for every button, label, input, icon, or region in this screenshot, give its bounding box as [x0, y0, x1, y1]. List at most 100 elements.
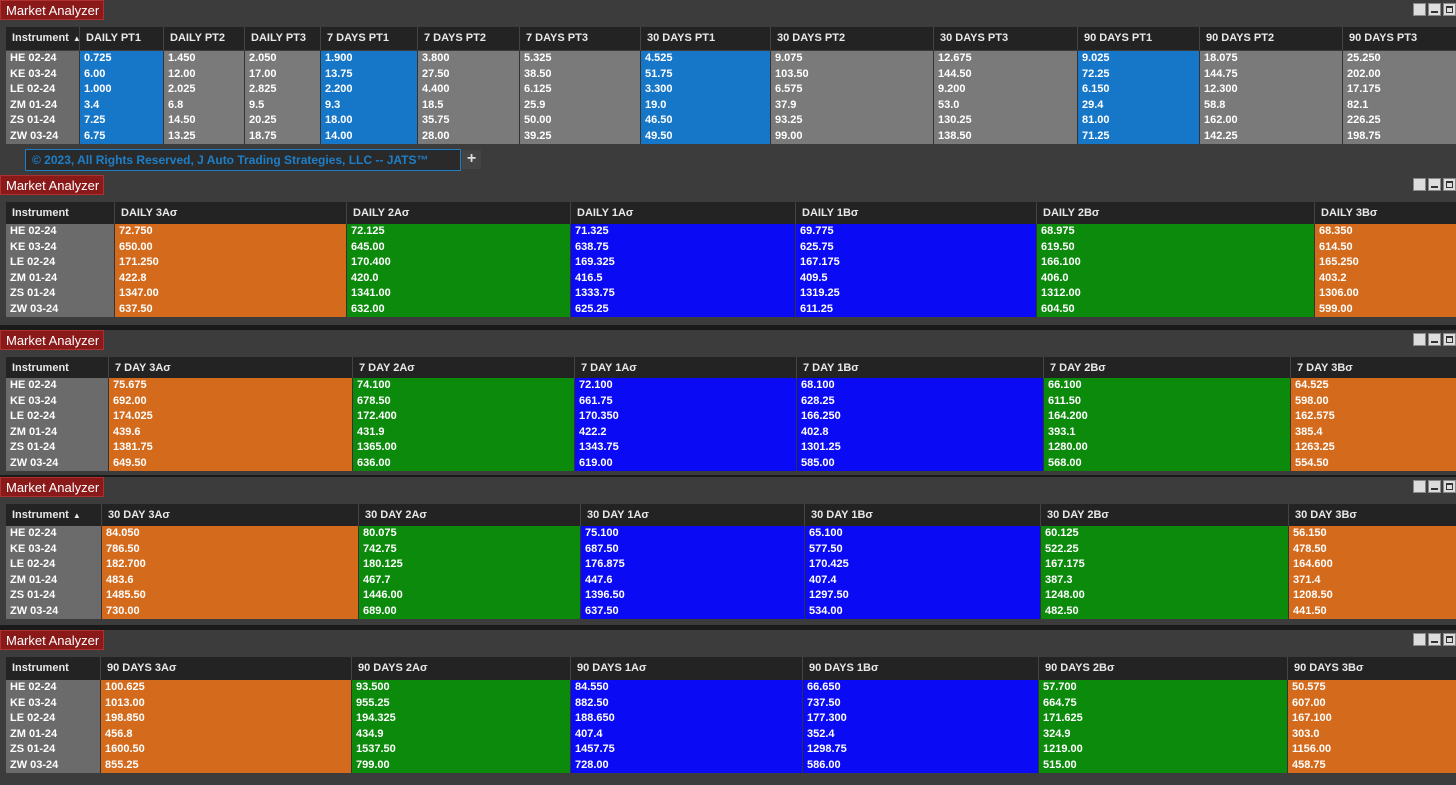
data-cell[interactable]: 737.50	[802, 695, 1038, 711]
column-header[interactable]: DAILY 2Bσ	[1036, 202, 1314, 225]
instrument-cell[interactable]: HE 02-24	[6, 378, 108, 394]
data-cell[interactable]: 1263.25	[1290, 440, 1456, 456]
instrument-cell[interactable]: LE 02-24	[6, 711, 100, 727]
data-cell[interactable]: 18.00	[320, 113, 417, 129]
data-cell[interactable]: 324.9	[1038, 726, 1287, 742]
instrument-cell[interactable]: ZW 03-24	[6, 603, 101, 619]
data-cell[interactable]: 638.75	[570, 239, 795, 255]
sort-ascending-icon[interactable]: ▲	[73, 511, 81, 520]
data-cell[interactable]: 172.400	[352, 409, 574, 425]
data-cell[interactable]: 625.25	[570, 301, 795, 317]
column-header[interactable]: DAILY 1Aσ	[570, 202, 795, 225]
data-cell[interactable]: 439.6	[108, 424, 352, 440]
data-cell[interactable]: 4.400	[417, 82, 519, 98]
data-cell[interactable]: 625.75	[795, 239, 1036, 255]
data-cell[interactable]: 2.200	[320, 82, 417, 98]
data-cell[interactable]: 25.9	[519, 97, 640, 113]
column-header[interactable]: 90 DAYS 2Aσ	[351, 657, 570, 680]
data-cell[interactable]: 18.075	[1199, 51, 1342, 67]
data-cell[interactable]: 9.075	[770, 51, 933, 67]
data-cell[interactable]: 1319.25	[795, 286, 1036, 302]
data-cell[interactable]: 198.75	[1342, 128, 1456, 144]
data-cell[interactable]: 13.25	[163, 128, 244, 144]
column-header[interactable]: 7 DAY 3Bσ	[1290, 357, 1456, 380]
data-cell[interactable]: 20.25	[244, 113, 320, 129]
column-header[interactable]: DAILY PT2	[163, 27, 244, 50]
data-cell[interactable]: 434.9	[351, 726, 570, 742]
data-cell[interactable]: 403.2	[1314, 270, 1456, 286]
data-cell[interactable]: 18.75	[244, 128, 320, 144]
data-cell[interactable]: 522.25	[1040, 541, 1288, 557]
data-cell[interactable]: 482.50	[1040, 603, 1288, 619]
data-cell[interactable]: 1457.75	[570, 742, 802, 758]
data-cell[interactable]: 393.1	[1043, 424, 1290, 440]
data-cell[interactable]: 637.50	[580, 603, 804, 619]
data-cell[interactable]: 9.025	[1077, 51, 1199, 67]
data-cell[interactable]: 447.6	[580, 572, 804, 588]
data-cell[interactable]: 64.525	[1290, 378, 1456, 394]
data-cell[interactable]: 28.00	[417, 128, 519, 144]
data-cell[interactable]: 1306.00	[1314, 286, 1456, 302]
data-cell[interactable]: 799.00	[351, 757, 570, 773]
column-header[interactable]: 30 DAY 2Bσ	[1040, 504, 1288, 527]
data-cell[interactable]: 586.00	[802, 757, 1038, 773]
column-header[interactable]: 30 DAY 1Bσ	[804, 504, 1040, 527]
data-cell[interactable]: 303.0	[1287, 726, 1456, 742]
data-cell[interactable]: 39.25	[519, 128, 640, 144]
data-cell[interactable]: 3.4	[79, 97, 163, 113]
add-tab-button[interactable]: +	[462, 150, 481, 169]
data-cell[interactable]: 619.50	[1036, 239, 1314, 255]
data-cell[interactable]: 130.25	[933, 113, 1077, 129]
data-cell[interactable]: 1219.00	[1038, 742, 1287, 758]
data-cell[interactable]: 66.650	[802, 680, 1038, 696]
data-cell[interactable]: 182.700	[101, 557, 358, 573]
data-cell[interactable]: 14.00	[320, 128, 417, 144]
data-cell[interactable]: 1298.75	[802, 742, 1038, 758]
data-cell[interactable]: 13.75	[320, 66, 417, 82]
data-cell[interactable]: 103.50	[770, 66, 933, 82]
instrument-cell[interactable]: LE 02-24	[6, 409, 108, 425]
data-cell[interactable]: 72.25	[1077, 66, 1199, 82]
data-cell[interactable]: 1365.00	[352, 440, 574, 456]
data-cell[interactable]: 14.50	[163, 113, 244, 129]
data-cell[interactable]: 166.250	[796, 409, 1043, 425]
data-cell[interactable]: 58.8	[1199, 97, 1342, 113]
data-cell[interactable]: 955.25	[351, 695, 570, 711]
data-cell[interactable]: 93.500	[351, 680, 570, 696]
data-cell[interactable]: 2.050	[244, 51, 320, 67]
data-cell[interactable]: 855.25	[100, 757, 351, 773]
instrument-cell[interactable]: ZM 01-24	[6, 424, 108, 440]
column-header[interactable]: 7 DAY 1Aσ	[574, 357, 796, 380]
instrument-cell[interactable]: ZM 01-24	[6, 726, 100, 742]
column-header[interactable]: 7 DAYS PT2	[417, 27, 519, 50]
data-cell[interactable]: 100.625	[100, 680, 351, 696]
data-cell[interactable]: 167.175	[1040, 557, 1288, 573]
data-cell[interactable]: 71.325	[570, 224, 795, 240]
data-cell[interactable]: 164.600	[1288, 557, 1456, 573]
data-cell[interactable]: 171.625	[1038, 711, 1287, 727]
data-cell[interactable]: 138.50	[933, 128, 1077, 144]
data-cell[interactable]: 416.5	[570, 270, 795, 286]
data-cell[interactable]: 6.575	[770, 82, 933, 98]
data-cell[interactable]: 75.100	[580, 526, 804, 542]
data-cell[interactable]: 72.125	[346, 224, 570, 240]
instrument-cell[interactable]: LE 02-24	[6, 255, 114, 271]
data-cell[interactable]: 194.325	[351, 711, 570, 727]
data-cell[interactable]: 1312.00	[1036, 286, 1314, 302]
data-cell[interactable]: 169.325	[570, 255, 795, 271]
data-cell[interactable]: 1.000	[79, 82, 163, 98]
data-cell[interactable]: 65.100	[804, 526, 1040, 542]
instrument-cell[interactable]: ZW 03-24	[6, 128, 79, 144]
data-cell[interactable]: 19.0	[640, 97, 770, 113]
data-cell[interactable]: 409.5	[795, 270, 1036, 286]
data-cell[interactable]: 12.675	[933, 51, 1077, 67]
data-cell[interactable]: 84.050	[101, 526, 358, 542]
data-cell[interactable]: 167.100	[1287, 711, 1456, 727]
instrument-cell[interactable]: ZS 01-24	[6, 286, 114, 302]
data-cell[interactable]: 53.0	[933, 97, 1077, 113]
data-cell[interactable]: 71.25	[1077, 128, 1199, 144]
data-cell[interactable]: 202.00	[1342, 66, 1456, 82]
data-cell[interactable]: 1301.25	[796, 440, 1043, 456]
instrument-cell[interactable]: KE 03-24	[6, 695, 100, 711]
data-cell[interactable]: 568.00	[1043, 455, 1290, 471]
